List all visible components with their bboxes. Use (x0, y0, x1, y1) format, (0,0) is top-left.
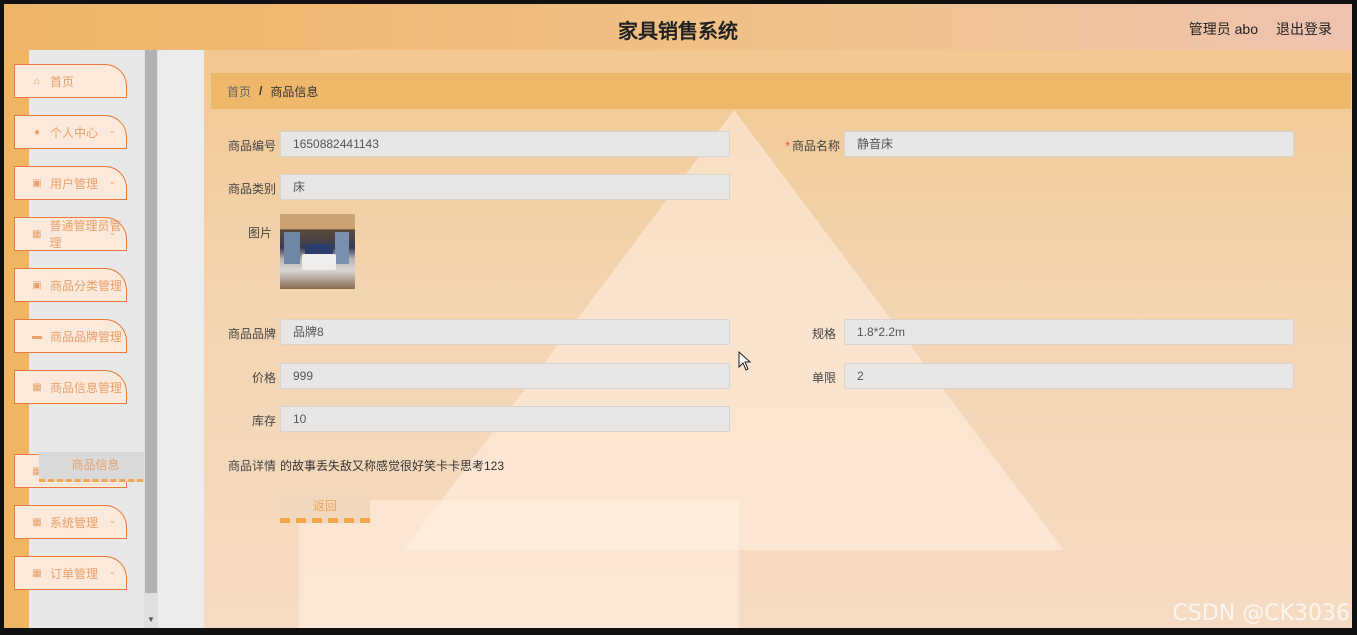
detail-label: 商品详情 (227, 459, 276, 473)
chevron-down-icon: ⌄ (108, 329, 116, 339)
grid-icon: ▦ (32, 567, 42, 579)
current-user-label: 管理员 abo (1188, 21, 1258, 37)
price-field[interactable]: 999 (280, 363, 730, 389)
chevron-down-icon: ⌄ (108, 515, 116, 525)
scroll-down-arrow-icon[interactable]: ▼ (144, 615, 158, 624)
image-label: 图片 (247, 226, 272, 240)
app-title: 家具销售系统 (618, 21, 738, 43)
required-mark: * (785, 139, 790, 153)
sidebar-item-6[interactable]: ▦ 商品信息管理 ⌄ (14, 370, 127, 404)
chevron-down-icon: ⌄ (108, 380, 116, 390)
scrollbar-thumb[interactable] (145, 50, 157, 593)
submenu-item-product-info[interactable]: 商品信息 (39, 452, 152, 482)
sidebar-item-9[interactable]: ▦ 订单管理 ⌄ (14, 556, 127, 590)
watermark: CSDN @CK3036 (1172, 601, 1351, 626)
product-category-label: 商品类别 (227, 182, 276, 196)
sidebar-gap (158, 50, 204, 628)
grid-icon: ▦ (32, 516, 42, 528)
chevron-down-icon: ⌄ (108, 566, 116, 576)
spec-label: 规格 (811, 327, 836, 341)
sidebar-item-label: 用户管理 (50, 176, 99, 191)
stock-label: 库存 (251, 414, 276, 428)
product-category-field[interactable]: 床 (280, 174, 730, 200)
limit-label: 单限 (811, 371, 836, 385)
sidebar-item-label: 订单管理 (50, 566, 99, 581)
breadcrumb-home[interactable]: 首页 (227, 83, 251, 100)
product-name-label-text: 商品名称 (791, 139, 840, 153)
sidebar: ⌂ 首页 ● 个人中心 ⌄ ▣ 用户管理 ⌄ ▦ 普通管理员管理 ⌄ ▣ 商品分类管理 ⌄ ▬ 商品品牌管理 ⌄… (14, 50, 152, 628)
sidebar-item-0[interactable]: ⌂ 首页 (14, 64, 127, 98)
product-name-field[interactable]: 静音床 (844, 131, 1294, 157)
top-header: 家具销售系统 管理员 abo 退出登录 (4, 4, 1352, 50)
user-icon: ● (33, 126, 41, 138)
stock-field[interactable]: 10 (280, 406, 730, 432)
sidebar-item-3[interactable]: ▦ 普通管理员管理 ⌄ (14, 217, 127, 251)
mouse-cursor-icon (738, 351, 752, 371)
monitor-icon: ▬ (32, 330, 42, 342)
breadcrumb-current: 商品信息 (270, 84, 319, 99)
product-code-label: 商品编号 (227, 139, 276, 153)
product-brand-label: 商品品牌 (227, 327, 276, 341)
sidebar-item-label: 首页 (50, 74, 75, 89)
product-image (280, 214, 355, 289)
grid-icon: ▦ (32, 381, 42, 393)
breadcrumb: 首页 / 商品信息 (211, 73, 1351, 109)
logout-link[interactable]: 退出登录 (1276, 19, 1332, 39)
limit-field[interactable]: 2 (844, 363, 1294, 389)
chevron-down-icon: ⌄ (108, 176, 116, 186)
price-label: 价格 (251, 371, 276, 385)
sidebar-item-1[interactable]: ● 个人中心 ⌄ (14, 115, 127, 149)
clipboard-icon: ▣ (32, 279, 42, 291)
breadcrumb-separator: / (259, 84, 263, 98)
home-icon: ⌂ (33, 75, 41, 87)
product-code-field[interactable]: 1650882441143 (280, 131, 730, 157)
sidebar-item-label: 系统管理 (50, 515, 99, 530)
product-brand-field[interactable]: 品牌8 (280, 319, 730, 345)
app-window: 家具销售系统 管理员 abo 退出登录 ⌂ 首页 ● 个人中心 ⌄ ▣ 用户管理 ⌄ ▦ 普通管理… (4, 4, 1352, 628)
sidebar-item-4[interactable]: ▣ 商品分类管理 ⌄ (14, 268, 127, 302)
sidebar-scrollbar[interactable]: ▼ (144, 50, 158, 628)
product-name-label: * 商品名称 (776, 137, 840, 154)
chevron-down-icon: ⌄ (108, 125, 116, 135)
clipboard-icon: ▣ (32, 177, 42, 189)
sidebar-item-label: 个人中心 (50, 125, 99, 140)
back-button[interactable]: 返回 (280, 495, 370, 523)
main-content: 首页 / 商品信息 商品编号 1650882441143 * 商品名称 静音床 商… (204, 50, 1352, 628)
sidebar-item-2[interactable]: ▣ 用户管理 ⌄ (14, 166, 127, 200)
sidebar-item-5[interactable]: ▬ 商品品牌管理 ⌄ (14, 319, 127, 353)
sidebar-item-8[interactable]: ▦ 系统管理 ⌄ (14, 505, 127, 539)
chevron-down-icon: ⌄ (108, 278, 116, 288)
spec-field[interactable]: 1.8*2.2m (844, 319, 1294, 345)
detail-text: 的故事丢失敌又称感觉很好笑卡卡思考123 (280, 459, 505, 473)
grid-icon: ▦ (32, 228, 42, 240)
chevron-down-icon: ⌄ (108, 227, 116, 237)
